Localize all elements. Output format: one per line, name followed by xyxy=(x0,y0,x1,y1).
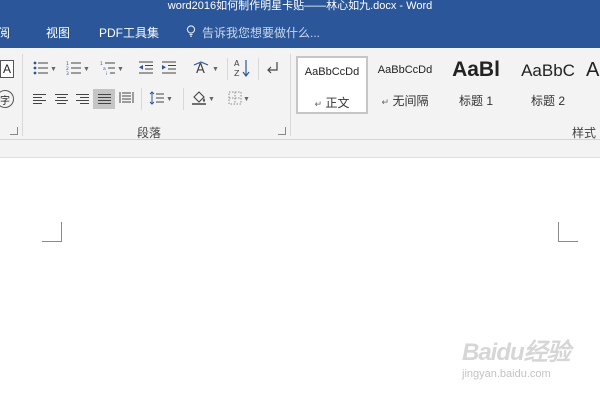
increase-indent-button[interactable] xyxy=(159,59,179,79)
style-name: ↵ 无间隔 xyxy=(381,94,429,108)
shading-button[interactable]: ▼ xyxy=(188,89,218,109)
decrease-indent-icon xyxy=(138,61,154,77)
chevron-down-icon: ▼ xyxy=(166,95,173,103)
numbering-icon: 123 xyxy=(66,61,82,78)
chevron-down-icon: ▼ xyxy=(50,65,57,73)
style-sample: A xyxy=(586,59,600,81)
chevron-down-icon: ▼ xyxy=(208,95,215,103)
paragraph-dialog-launcher-icon[interactable] xyxy=(278,127,286,135)
bullets-icon xyxy=(33,61,49,78)
style-name: ↵ 正文 xyxy=(314,96,350,110)
svg-text:3: 3 xyxy=(66,71,69,75)
style-name: 标题 1 xyxy=(458,94,493,108)
style-normal[interactable]: AaBbCcDd ↵ 正文 xyxy=(296,56,368,114)
borders-icon xyxy=(228,91,242,108)
window-title-bar: word2016如何制作明星卡贴——林心如九.docx - Word xyxy=(0,0,600,13)
increase-indent-icon xyxy=(161,61,177,77)
tab-view[interactable]: 视图 xyxy=(46,24,70,41)
distributed-icon xyxy=(119,91,134,107)
group-separator xyxy=(290,54,291,136)
chevron-down-icon: ▼ xyxy=(83,65,90,73)
style-no-spacing[interactable]: AaBbCcDd ↵ 无间隔 xyxy=(370,56,440,114)
baidu-watermark: Baidu经验 jingyan.baidu.com xyxy=(462,332,582,388)
button-separator xyxy=(183,88,184,110)
align-left-button[interactable] xyxy=(29,89,49,109)
margin-corner-right xyxy=(558,222,578,242)
borders-button[interactable]: ▼ xyxy=(223,89,255,109)
show-paragraph-marks-button[interactable] xyxy=(263,59,281,79)
lightbulb-icon xyxy=(186,25,198,40)
line-spacing-button[interactable]: ▼ xyxy=(146,89,176,109)
align-right-button[interactable] xyxy=(72,89,92,109)
asian-layout-button[interactable]: A ▼ xyxy=(192,59,220,79)
bullets-button[interactable]: ▼ xyxy=(30,59,60,79)
ribbon-home: A 字 ▼ 123 ▼ 1ai ▼ A ▼ AZ ▼ ▼ ▼ 段落 AaBbCc… xyxy=(0,48,600,140)
tab-pdf-tools[interactable]: PDF工具集 xyxy=(99,24,159,41)
character-border-button[interactable]: A xyxy=(0,60,14,78)
style-title[interactable]: A xyxy=(586,56,600,114)
svg-text:A: A xyxy=(234,59,240,68)
enclosed-characters-button[interactable]: 字 xyxy=(0,90,14,108)
justify-icon xyxy=(97,93,111,105)
style-name: 标题 2 xyxy=(530,94,565,108)
ruler-area xyxy=(0,140,600,158)
asian-layout-icon: A xyxy=(193,60,211,78)
sort-icon: AZ xyxy=(233,58,251,81)
justify-button[interactable] xyxy=(93,89,115,109)
sort-button[interactable]: AZ xyxy=(231,57,253,81)
paint-bucket-icon xyxy=(191,90,207,108)
svg-text:i: i xyxy=(106,71,107,75)
line-spacing-icon xyxy=(149,90,165,108)
watermark-logo: Baidu经验 xyxy=(462,339,571,366)
styles-group-label: 样式 xyxy=(572,126,597,140)
button-separator xyxy=(258,58,259,80)
multilevel-list-button[interactable]: 1ai ▼ xyxy=(97,59,127,79)
align-center-icon xyxy=(54,93,68,105)
paragraph-group-label: 段落 xyxy=(137,126,162,140)
numbering-button[interactable]: 123 ▼ xyxy=(63,59,93,79)
style-sample: AaBbCcDd xyxy=(377,64,433,76)
window-title: word2016如何制作明星卡贴——林心如九.docx - Word xyxy=(167,0,433,12)
style-sample: AaBl xyxy=(452,58,500,81)
distributed-button[interactable] xyxy=(116,89,136,109)
align-right-icon xyxy=(75,93,89,105)
button-separator xyxy=(227,58,228,80)
style-sample: AaBbCcDd xyxy=(304,66,360,78)
align-left-icon xyxy=(32,93,46,105)
paragraph-mark-icon xyxy=(266,61,278,77)
chevron-down-icon: ▼ xyxy=(117,65,124,73)
style-heading-1[interactable]: AaBl 标题 1 xyxy=(442,56,510,114)
group-separator xyxy=(22,54,23,136)
font-dialog-launcher-icon[interactable] xyxy=(10,127,18,135)
watermark-url: jingyan.baidu.com xyxy=(462,368,551,380)
chevron-down-icon: ▼ xyxy=(243,95,250,103)
decrease-indent-button[interactable] xyxy=(136,59,156,79)
ribbon-tab-bar: 阅 视图 PDF工具集 告诉我您想要做什么... xyxy=(0,13,600,48)
style-heading-2[interactable]: AaBbC 标题 2 xyxy=(512,56,584,114)
chevron-down-icon: ▼ xyxy=(212,65,219,73)
margin-corner-left xyxy=(42,222,62,242)
align-center-button[interactable] xyxy=(51,89,71,109)
button-separator xyxy=(141,88,142,110)
tab-review[interactable]: 阅 xyxy=(0,24,10,41)
multilevel-list-icon: 1ai xyxy=(100,61,116,78)
tell-me-box[interactable]: 告诉我您想要做什么... xyxy=(186,24,320,41)
svg-text:Z: Z xyxy=(234,69,240,78)
style-sample: AaBbC xyxy=(521,61,575,80)
tell-me-placeholder: 告诉我您想要做什么... xyxy=(202,26,321,40)
